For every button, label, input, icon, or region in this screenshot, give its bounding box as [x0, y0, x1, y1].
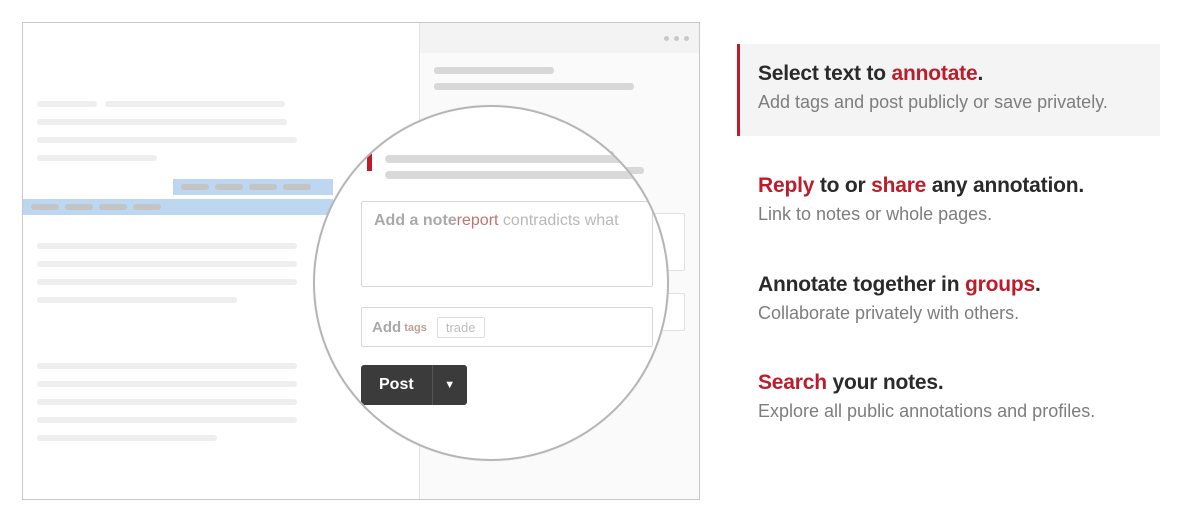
feature-title: Select text to annotate. [758, 62, 1142, 86]
feature-reply-share[interactable]: Reply to or share any annotation. Link t… [740, 174, 1160, 226]
highlight-marker [367, 151, 372, 171]
note-placeholder: Add a note [374, 212, 457, 229]
feature-sub: Collaborate privately with others. [758, 301, 1160, 325]
illustration-pane: Add a notereport contradicts what Add ta… [0, 0, 700, 522]
feature-search[interactable]: Search your notes. Explore all public an… [740, 371, 1160, 423]
note-input[interactable]: Add a notereport contradicts what [361, 201, 653, 287]
magnifier-lens: Add a notereport contradicts what Add ta… [313, 105, 669, 461]
tag-chip[interactable]: trade [437, 317, 485, 338]
feature-sub: Link to notes or whole pages. [758, 202, 1160, 226]
tags-input[interactable]: Add tags trade [361, 307, 653, 347]
tags-placeholder: Add tags [372, 319, 427, 336]
feature-groups[interactable]: Annotate together in groups. Collaborate… [740, 273, 1160, 325]
post-button-label: Post [361, 376, 432, 394]
post-button[interactable]: Post ▼ [361, 365, 467, 405]
feature-sub: Explore all public annotations and profi… [758, 399, 1160, 423]
feature-title: Search your notes. [758, 371, 1160, 395]
feature-title: Annotate together in groups. [758, 273, 1160, 297]
feature-sub: Add tags and post publicly or save priva… [758, 90, 1142, 114]
chevron-down-icon[interactable]: ▼ [433, 379, 467, 391]
feature-list: Select text to annotate. Add tags and po… [700, 0, 1200, 522]
illustration-canvas: Add a notereport contradicts what Add ta… [22, 22, 700, 500]
feature-annotate[interactable]: Select text to annotate. Add tags and po… [737, 44, 1160, 136]
feature-title: Reply to or share any annotation. [758, 174, 1160, 198]
